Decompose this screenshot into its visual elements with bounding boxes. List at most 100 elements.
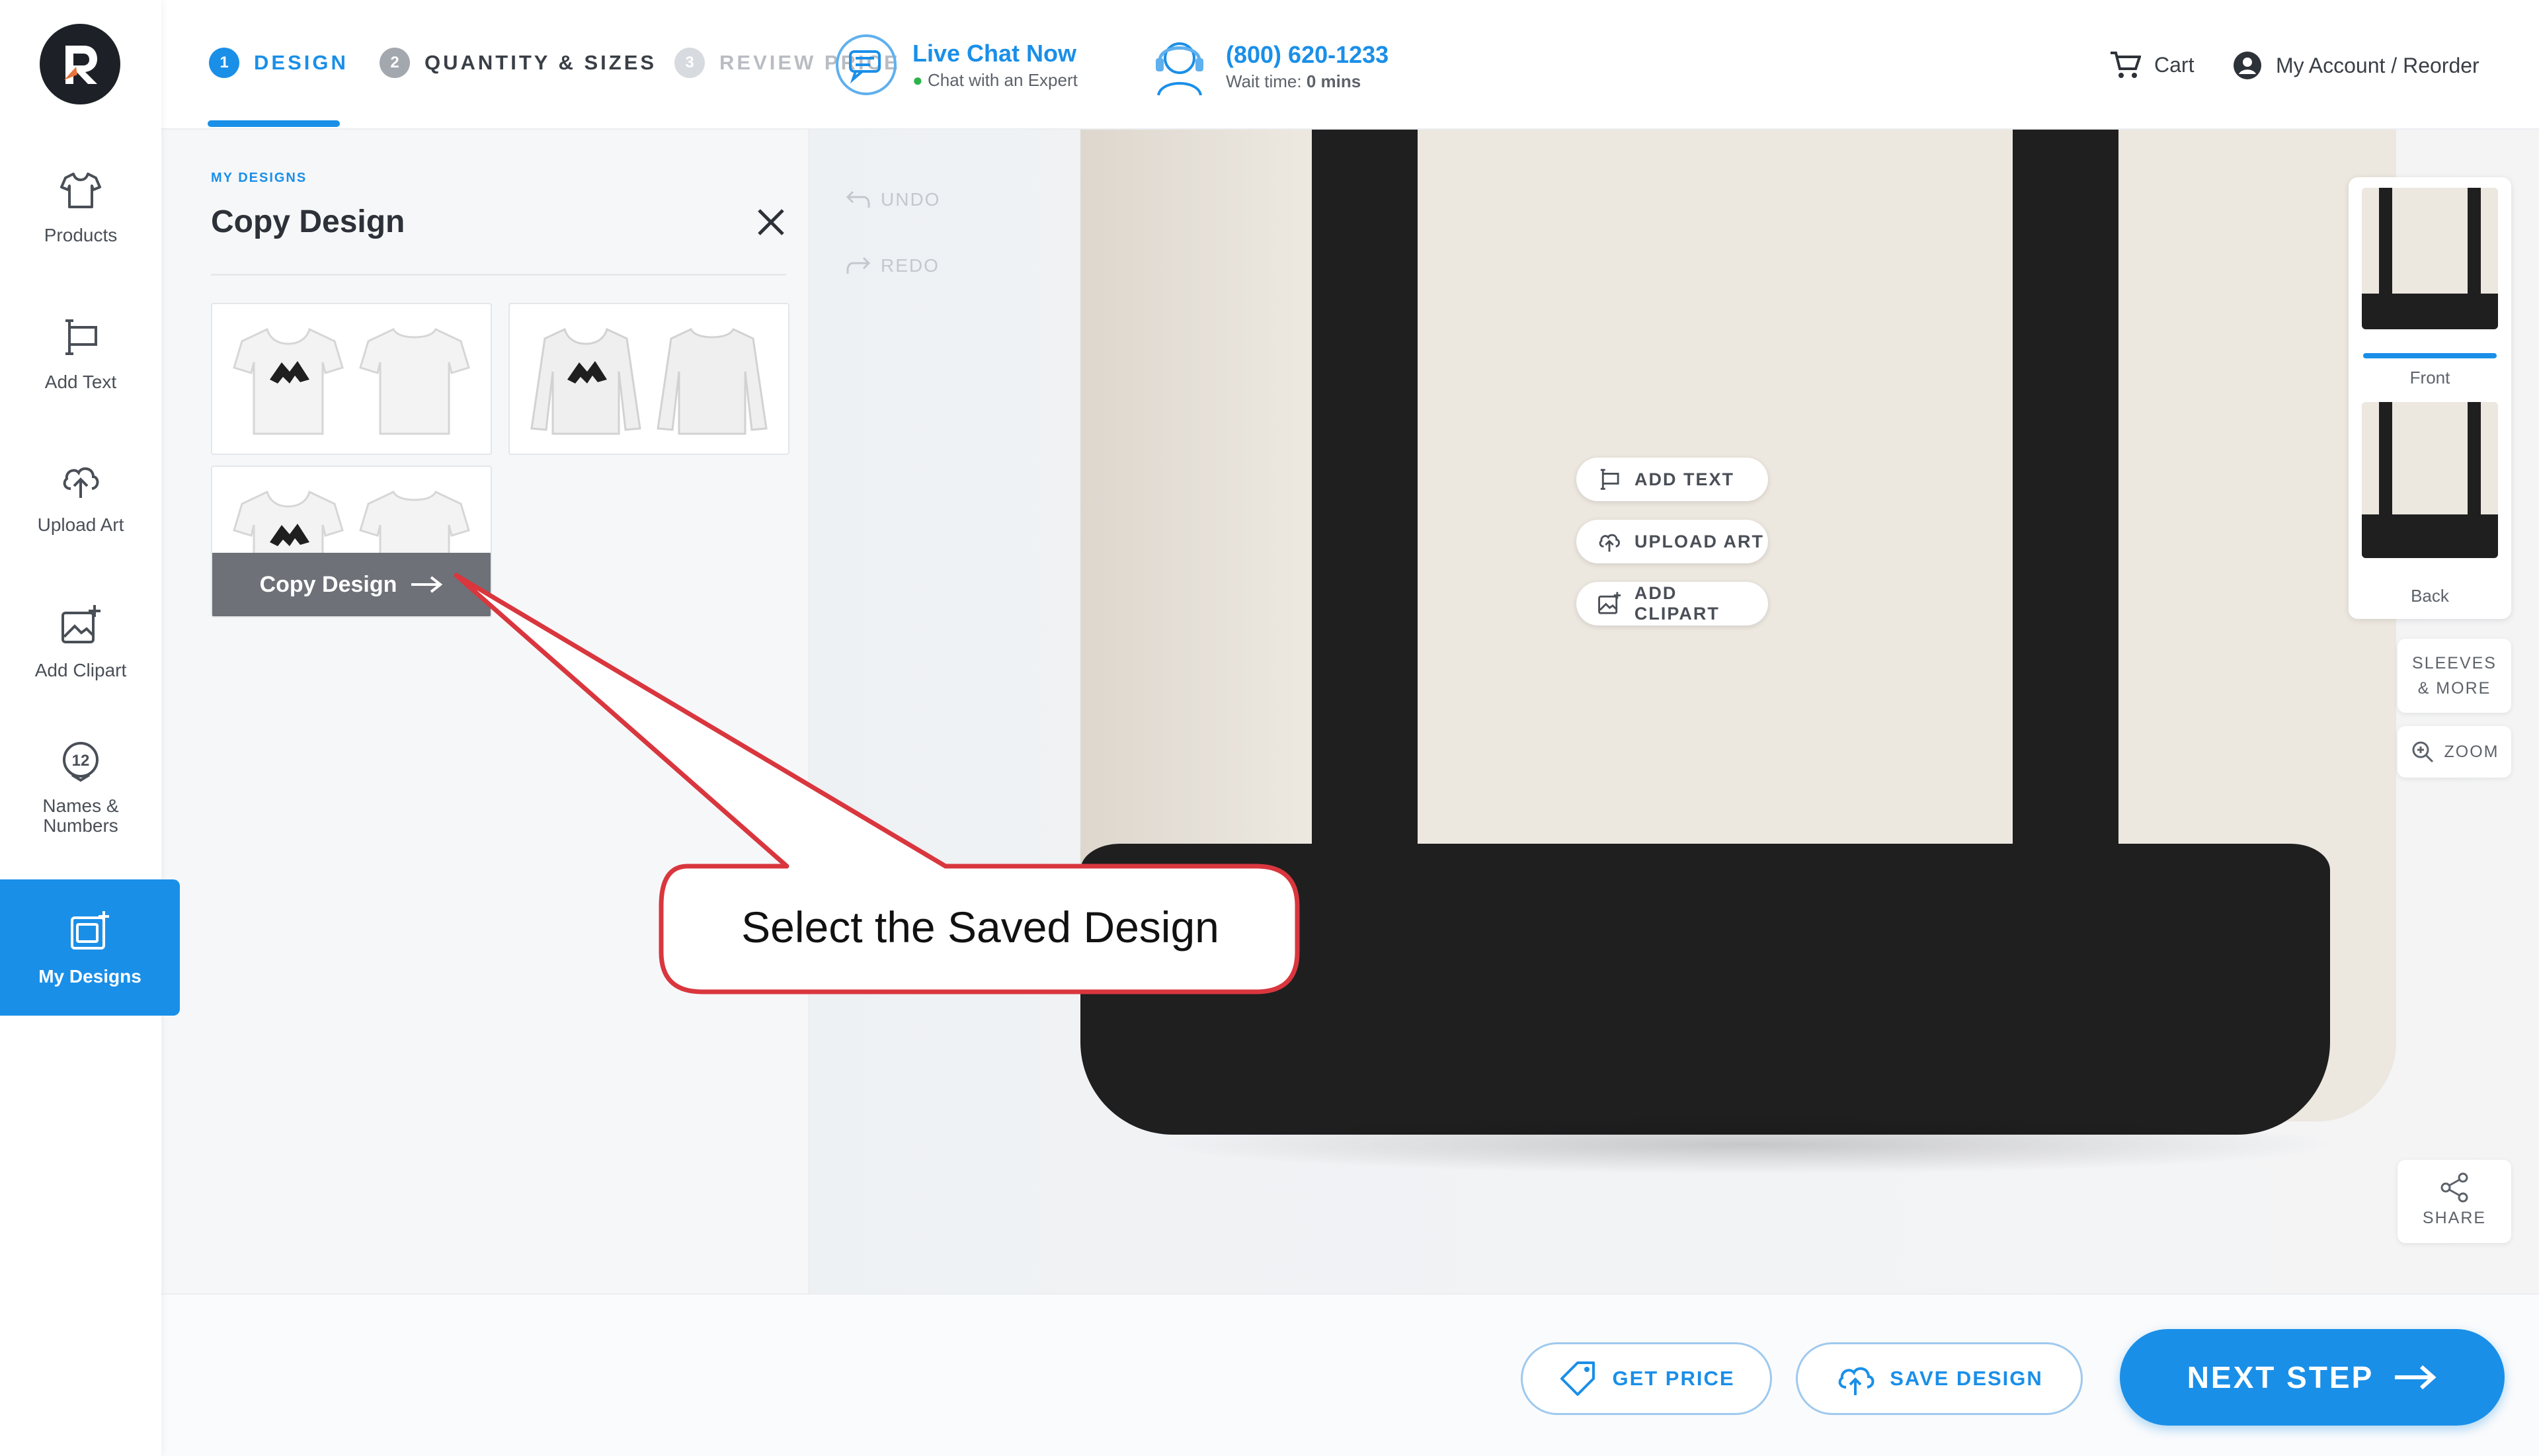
top-header: 1 DESIGN 2 QUANTITY & SIZES 3 REVIEW PRI…: [161, 0, 2539, 130]
redo-button[interactable]: REDO: [845, 255, 940, 276]
sidebar-item-label: Add Text: [44, 372, 117, 392]
cloud-upload-icon: [63, 467, 99, 498]
wait-time-value: 0 mins: [1306, 71, 1361, 91]
zoom-icon: [2412, 741, 2433, 763]
zoom-button[interactable]: ZOOM: [2398, 726, 2511, 778]
copy-design-button[interactable]: Copy Design: [212, 553, 491, 616]
sidebar-item-label: Products: [44, 225, 118, 245]
tshirt-icon: [60, 173, 101, 208]
callout-text: Select the Saved Design: [741, 903, 1219, 951]
tote-bag-strap-left: [1312, 130, 1418, 989]
sidebar-item-add-clipart[interactable]: Add Clipart: [0, 582, 161, 701]
get-price-button[interactable]: GET PRICE: [1521, 1342, 1772, 1415]
close-panel-button[interactable]: [756, 208, 786, 237]
sidebar-item-label: My Designs: [38, 966, 141, 987]
my-designs-panel: MY DESIGNS Copy Design Copy Design: [161, 130, 809, 1293]
save-design-button[interactable]: SAVE DESIGN: [1796, 1342, 2083, 1415]
tote-front-preview: [2362, 188, 2498, 329]
canvas-upload-art-button[interactable]: UPLOAD ART: [1576, 520, 1768, 563]
sidebar-item-add-text[interactable]: Add Text: [0, 294, 161, 413]
step-number: 3: [674, 48, 705, 78]
next-step-button[interactable]: NEXT STEP: [2120, 1329, 2505, 1426]
next-step-label: NEXT STEP: [2187, 1360, 2374, 1395]
cloud-upload-icon: [1838, 1367, 1874, 1395]
close-icon: [758, 209, 784, 235]
design-thumbnails: [212, 304, 491, 454]
tshirt-back-thumbnail: [358, 328, 470, 435]
share-button[interactable]: SHARE: [2398, 1160, 2511, 1243]
saved-design-card[interactable]: [211, 303, 492, 455]
account-label: My Account / Reorder: [2276, 53, 2479, 77]
undo-button[interactable]: UNDO: [845, 189, 940, 210]
chat-bubble-icon: [836, 34, 897, 95]
cloud-upload-icon: [1599, 534, 1620, 552]
live-chat-title: Live Chat Now: [912, 39, 1077, 67]
arrow-right-icon: [411, 576, 443, 593]
sidebar-item-label: Add Clipart: [34, 660, 127, 680]
undo-icon: [846, 190, 870, 208]
redo-label: REDO: [881, 255, 940, 276]
text-cursor-icon: [1600, 469, 1619, 490]
sidebar-item-names-numbers[interactable]: 12 Names & Numbers: [0, 727, 161, 846]
step-label: QUANTITY & SIZES: [424, 51, 657, 74]
get-price-label: GET PRICE: [1612, 1367, 1735, 1390]
svg-text:12: 12: [72, 752, 90, 770]
redo-icon: [846, 257, 871, 274]
tote-back-preview: [2362, 402, 2498, 558]
wait-time-label: Wait time:: [1226, 71, 1302, 91]
sidebar-item-products[interactable]: Products: [0, 147, 161, 266]
phone-link[interactable]: (800) 620-1233 Wait time: 0 mins: [1145, 32, 1389, 101]
sleeves-more-button[interactable]: SLEEVES & MORE: [2398, 639, 2511, 713]
saved-design-card[interactable]: [508, 303, 789, 455]
left-sidebar: Products Add Text Upload Art Add Clipart: [0, 0, 180, 1456]
view-back-label: Back: [2411, 586, 2449, 606]
price-tag-icon: [1560, 1361, 1595, 1396]
canvas-add-clipart-button[interactable]: ADD CLIPART: [1576, 582, 1768, 626]
panel-title: Copy Design: [211, 204, 405, 239]
account-link[interactable]: My Account / Reorder: [2232, 50, 2479, 81]
panel-divider: [211, 274, 786, 276]
live-chat-subtitle: ● Chat with an Expert: [912, 70, 1078, 91]
view-front-thumbnail[interactable]: [2362, 188, 2498, 329]
brand-logo[interactable]: [40, 24, 120, 104]
tote-bag-strap-right: [2013, 130, 2118, 989]
saved-design-card-hovered[interactable]: Copy Design: [211, 465, 492, 618]
share-icon: [2440, 1172, 2468, 1203]
cart-icon: [2111, 52, 2141, 78]
app-root: Products Add Text Upload Art Add Clipart: [0, 0, 2539, 1456]
sleeves-more-label: SLEEVES & MORE: [2412, 654, 2497, 698]
undo-label: UNDO: [881, 189, 941, 210]
arrow-right-icon: [2395, 1365, 2437, 1390]
live-chat-link[interactable]: Live Chat Now ● Chat with an Expert: [833, 32, 1078, 98]
canvas-add-text-button[interactable]: ADD TEXT: [1576, 458, 1768, 501]
zoom-label: ZOOM: [2444, 743, 2499, 761]
step-quantity-sizes[interactable]: 2 QUANTITY & SIZES: [380, 48, 657, 78]
active-step-indicator: [208, 120, 340, 127]
online-dot-icon: ●: [912, 69, 923, 90]
panel-kicker: MY DESIGNS: [211, 171, 307, 185]
share-label: SHARE: [2422, 1209, 2487, 1227]
step-number: 1: [209, 48, 239, 78]
cart-label: Cart: [2154, 52, 2195, 77]
save-design-label: SAVE DESIGN: [1890, 1367, 2043, 1390]
live-chat-subtitle-text: Chat with an Expert: [927, 69, 1078, 90]
step-design[interactable]: 1 DESIGN: [209, 48, 348, 78]
view-switcher: Front Back: [2349, 177, 2511, 619]
active-view-indicator: [2363, 353, 2497, 358]
view-back-thumbnail[interactable]: [2362, 402, 2498, 558]
brand-logo-icon: [64, 46, 97, 84]
wait-time: Wait time: 0 mins: [1226, 71, 1389, 92]
headset-icon: [1156, 42, 1203, 96]
my-designs-icon: [71, 911, 109, 950]
longsleeve-back-thumbnail: [657, 328, 768, 435]
step-number: 2: [380, 48, 410, 78]
cart-link[interactable]: Cart: [2109, 50, 2194, 79]
sidebar-item-label: Upload Art: [37, 514, 124, 535]
image-plus-icon: [61, 605, 101, 643]
tote-bag-shadow: [1153, 1115, 2343, 1174]
sidebar-item-my-designs[interactable]: My Designs: [0, 879, 180, 1016]
view-front-label: Front: [2409, 368, 2450, 387]
text-cursor-icon: [65, 319, 97, 355]
canvas-action-label: UPLOAD ART: [1634, 531, 1764, 551]
sidebar-item-upload-art[interactable]: Upload Art: [0, 436, 161, 555]
